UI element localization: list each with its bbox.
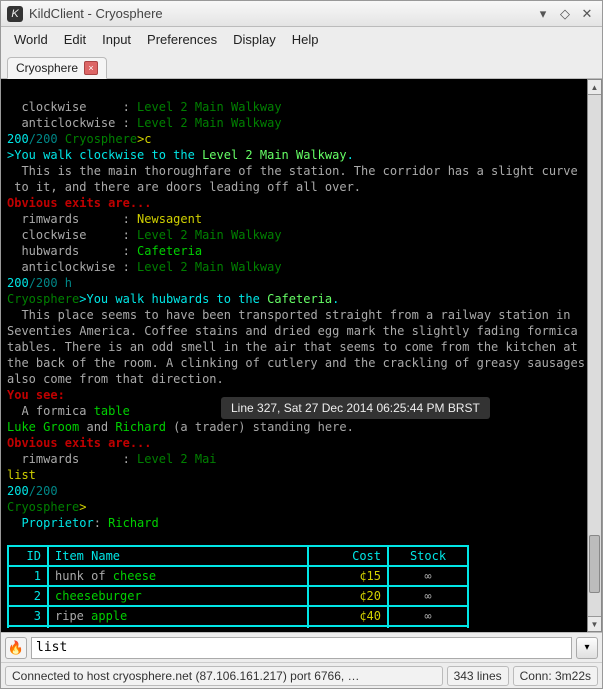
terminal-output[interactable]: clockwise : Level 2 Main Walkway anticlo… bbox=[7, 83, 600, 628]
maximize-button[interactable]: ◇ bbox=[556, 5, 574, 23]
command-input[interactable] bbox=[31, 637, 572, 659]
status-lines: 343 lines bbox=[447, 666, 509, 686]
tab-label: Cryosphere bbox=[16, 61, 78, 75]
statusbar: Connected to host cryosphere.net (87.106… bbox=[1, 662, 602, 688]
line-tooltip: Line 327, Sat 27 Dec 2014 06:25:44 PM BR… bbox=[221, 397, 490, 419]
status-conn-time: Conn: 3m22s bbox=[513, 666, 598, 686]
scroll-track[interactable] bbox=[588, 95, 601, 616]
tab-close-icon[interactable]: × bbox=[84, 61, 98, 75]
terminal-area: clockwise : Level 2 Main Walkway anticlo… bbox=[1, 79, 602, 632]
minimize-button[interactable]: ▾ bbox=[534, 5, 552, 23]
terminal-scrollbar[interactable]: ▲ ▼ bbox=[587, 79, 602, 632]
menu-input[interactable]: Input bbox=[95, 30, 138, 49]
table-row: 4chicken sandwich¢20∞ bbox=[8, 626, 468, 628]
app-logo: K bbox=[7, 6, 23, 22]
menu-help[interactable]: Help bbox=[285, 30, 326, 49]
scroll-up-arrow-icon[interactable]: ▲ bbox=[588, 80, 601, 95]
scroll-thumb[interactable] bbox=[589, 535, 600, 593]
shop-table-body: IDItem NameCostStock 1hunk of cheese¢15∞… bbox=[7, 545, 469, 628]
history-dropdown[interactable]: ▾ bbox=[576, 637, 598, 659]
menu-world[interactable]: World bbox=[7, 30, 55, 49]
send-icon[interactable]: 🔥 bbox=[5, 637, 27, 659]
window-title: KildClient - Cryosphere bbox=[29, 6, 530, 21]
scroll-down-arrow-icon[interactable]: ▼ bbox=[588, 616, 601, 631]
table-row: 1hunk of cheese¢15∞ bbox=[8, 566, 468, 586]
menu-display[interactable]: Display bbox=[226, 30, 283, 49]
menubar: World Edit Input Preferences Display Hel… bbox=[1, 27, 602, 51]
tab-cryosphere[interactable]: Cryosphere × bbox=[7, 57, 107, 79]
titlebar: K KildClient - Cryosphere ▾ ◇ ✕ bbox=[1, 1, 602, 27]
table-row: 3ripe apple¢40∞ bbox=[8, 606, 468, 626]
close-button[interactable]: ✕ bbox=[578, 5, 596, 23]
status-connection: Connected to host cryosphere.net (87.106… bbox=[5, 666, 443, 686]
menu-edit[interactable]: Edit bbox=[57, 30, 93, 49]
menu-preferences[interactable]: Preferences bbox=[140, 30, 224, 49]
table-row: 2cheeseburger¢20∞ bbox=[8, 586, 468, 606]
tabstrip: Cryosphere × bbox=[1, 51, 602, 79]
input-bar: 🔥 ▾ bbox=[1, 632, 602, 662]
